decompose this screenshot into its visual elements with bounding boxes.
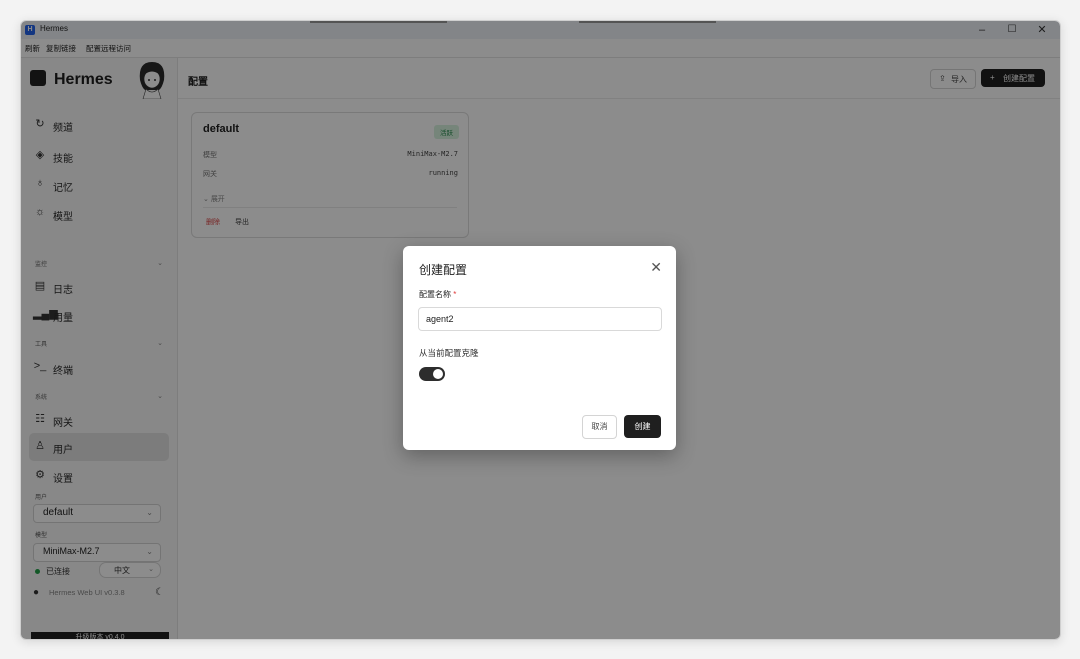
cancel-button[interactable]: 取消 xyxy=(582,415,617,439)
app-window: H Hermes – ☐ ✕ 刷新 复制链接 配置远程访问 Hermes ↻ 频道… xyxy=(20,20,1061,640)
name-label-text: 配置名称 xyxy=(419,290,451,299)
config-name-input-value: agent2 xyxy=(426,314,454,324)
close-icon[interactable]: ✕ xyxy=(650,260,662,274)
create-button[interactable]: 创建 xyxy=(624,415,661,438)
dialog-title: 创建配置 xyxy=(419,263,468,277)
create-config-dialog: 创建配置 ✕ 配置名称 * agent2 从当前配置克隆 取消 创建 xyxy=(403,246,676,450)
clone-toggle[interactable] xyxy=(419,367,445,381)
required-mark: * xyxy=(453,290,457,299)
config-name-input[interactable]: agent2 xyxy=(418,307,662,331)
name-field-label: 配置名称 * xyxy=(419,289,456,300)
toggle-knob xyxy=(433,369,443,379)
clone-label: 从当前配置克隆 xyxy=(419,348,479,358)
